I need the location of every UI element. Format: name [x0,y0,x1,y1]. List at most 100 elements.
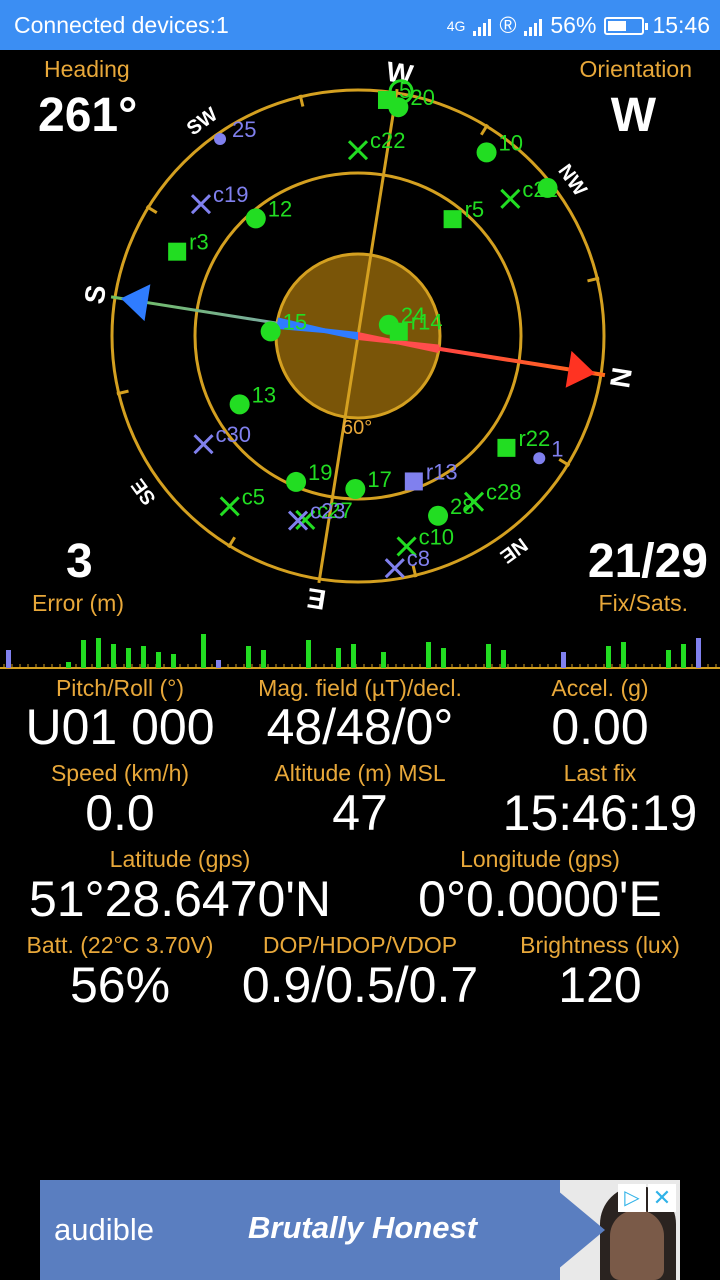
error-value: 3 [66,535,93,588]
svg-text:12: 12 [268,196,292,221]
svg-text:10: 10 [499,130,523,155]
satellite-c22: c22 [347,128,405,161]
satellite-12: 12 [245,196,292,229]
speed-label: Speed (km/h) [50,760,190,786]
signal-bar [66,662,71,668]
signal-bar [351,644,356,668]
speed-value: 0.0 [85,785,155,841]
fix-label: Fix/Sats. [598,590,688,616]
cardinal-s: S [78,283,112,306]
svg-text:r22: r22 [518,426,550,451]
brightness-value: 120 [558,957,642,1013]
svg-text:25: 25 [232,117,256,142]
satellite-r3: r3 [168,230,209,261]
battery-icon [604,16,649,35]
status-bar: Connected devices:1 4G ® 56% 15:46 [0,0,720,50]
cardinal-se: SE [127,474,160,509]
pitch-roll-value: U01 000 [25,699,215,755]
satellite-c19: c19 [190,182,248,215]
signal-icon-2 [524,16,543,36]
signal-bar [246,646,251,668]
satellite-28: 28 [428,494,475,526]
signal-bar [201,634,206,668]
network-4g-icon: 4G [446,17,466,34]
svg-text:15: 15 [283,309,307,334]
svg-text:r3: r3 [189,230,209,255]
signal-bar [306,640,311,668]
dop-value: 0.9/0.5/0.7 [241,957,479,1013]
signal-bar [606,646,611,668]
svg-text:5: 5 [399,78,411,103]
north-arrow [565,350,596,388]
satellite-17: 17 [345,467,392,500]
status-right: 4G ® 56% 15:46 [447,12,710,39]
ad-brand: audible [54,1212,154,1247]
elevation-label: 60° [342,417,372,439]
altitude-value: 47 [332,785,388,841]
satellite-c5: c5 [219,484,265,517]
longitude-label: Longitude (gps) [460,846,620,872]
signal-bar [441,648,446,668]
svg-text:20: 20 [410,85,434,110]
satellite-19: 19 [286,460,333,492]
svg-text:r14: r14 [411,310,443,335]
mag-field-value: 48/48/0° [266,699,454,755]
ad-banner[interactable]: audible Brutally Honest ▷ ✕ [40,1180,680,1280]
signal-bar [141,646,146,668]
svg-text:r13: r13 [426,459,458,484]
signal-histogram [0,634,720,669]
battery-percent: 56% [550,12,597,38]
svg-text:1: 1 [551,436,563,461]
signal-bar [81,640,86,668]
signal-bar [561,652,566,668]
svg-text:c28: c28 [486,480,521,505]
battery-label: Batt. (22°C 3.70V) [26,932,214,958]
signal-bar [6,650,11,668]
svg-text:c8: c8 [407,546,430,571]
signal-bar [171,654,176,668]
battery-value: 56% [69,957,171,1013]
roaming-icon: ® [499,12,517,38]
svg-text:17: 17 [367,467,391,492]
signal-bar [681,644,686,668]
signal-bar [156,652,161,668]
svg-text:c22: c22 [370,128,405,153]
signal-bar [111,644,116,668]
signal-bar [696,638,701,668]
svg-text:13: 13 [252,382,276,407]
signal-bar [381,652,386,668]
signal-bar [501,650,506,668]
svg-text:c23: c23 [310,499,345,524]
dop-label: DOP/HDOP/VDOP [262,932,458,958]
clock: 15:46 [652,12,710,38]
satellite-r22: r22 [497,426,550,457]
latitude-value: 51°28.6470'N [28,871,331,927]
close-icon[interactable]: ✕ [648,1184,676,1212]
satellite-10: 10 [476,130,523,163]
adchoices-icon[interactable]: ▷ [618,1184,646,1212]
signal-bar [486,644,491,668]
latitude-label: Latitude (gps) [109,846,251,872]
satellite-NW [537,177,558,198]
last-fix-label: Last fix [563,760,637,786]
altitude-label: Altitude (m) MSL [274,760,446,786]
fix-value: 21/29 [587,535,708,588]
svg-text:28: 28 [450,494,474,519]
signal-icon [473,16,492,36]
signal-bar [261,650,266,668]
ad-slogan: Brutally Honest [248,1210,478,1245]
accel-value: 0.00 [551,699,649,755]
error-label: Error (m) [32,590,124,616]
signal-bar [96,638,101,668]
svg-text:c30: c30 [216,422,251,447]
south-arrow [120,284,151,322]
svg-text:c5: c5 [242,484,265,509]
svg-text:r5: r5 [465,197,485,222]
svg-text:19: 19 [308,460,332,485]
signal-bar [336,648,341,668]
signal-bar [126,648,131,668]
satellite-c30: c30 [193,422,251,455]
longitude-value: 0°0.0000'E [418,871,662,927]
last-fix-value: 15:46:19 [502,785,698,841]
cardinal-n: N [604,365,638,390]
